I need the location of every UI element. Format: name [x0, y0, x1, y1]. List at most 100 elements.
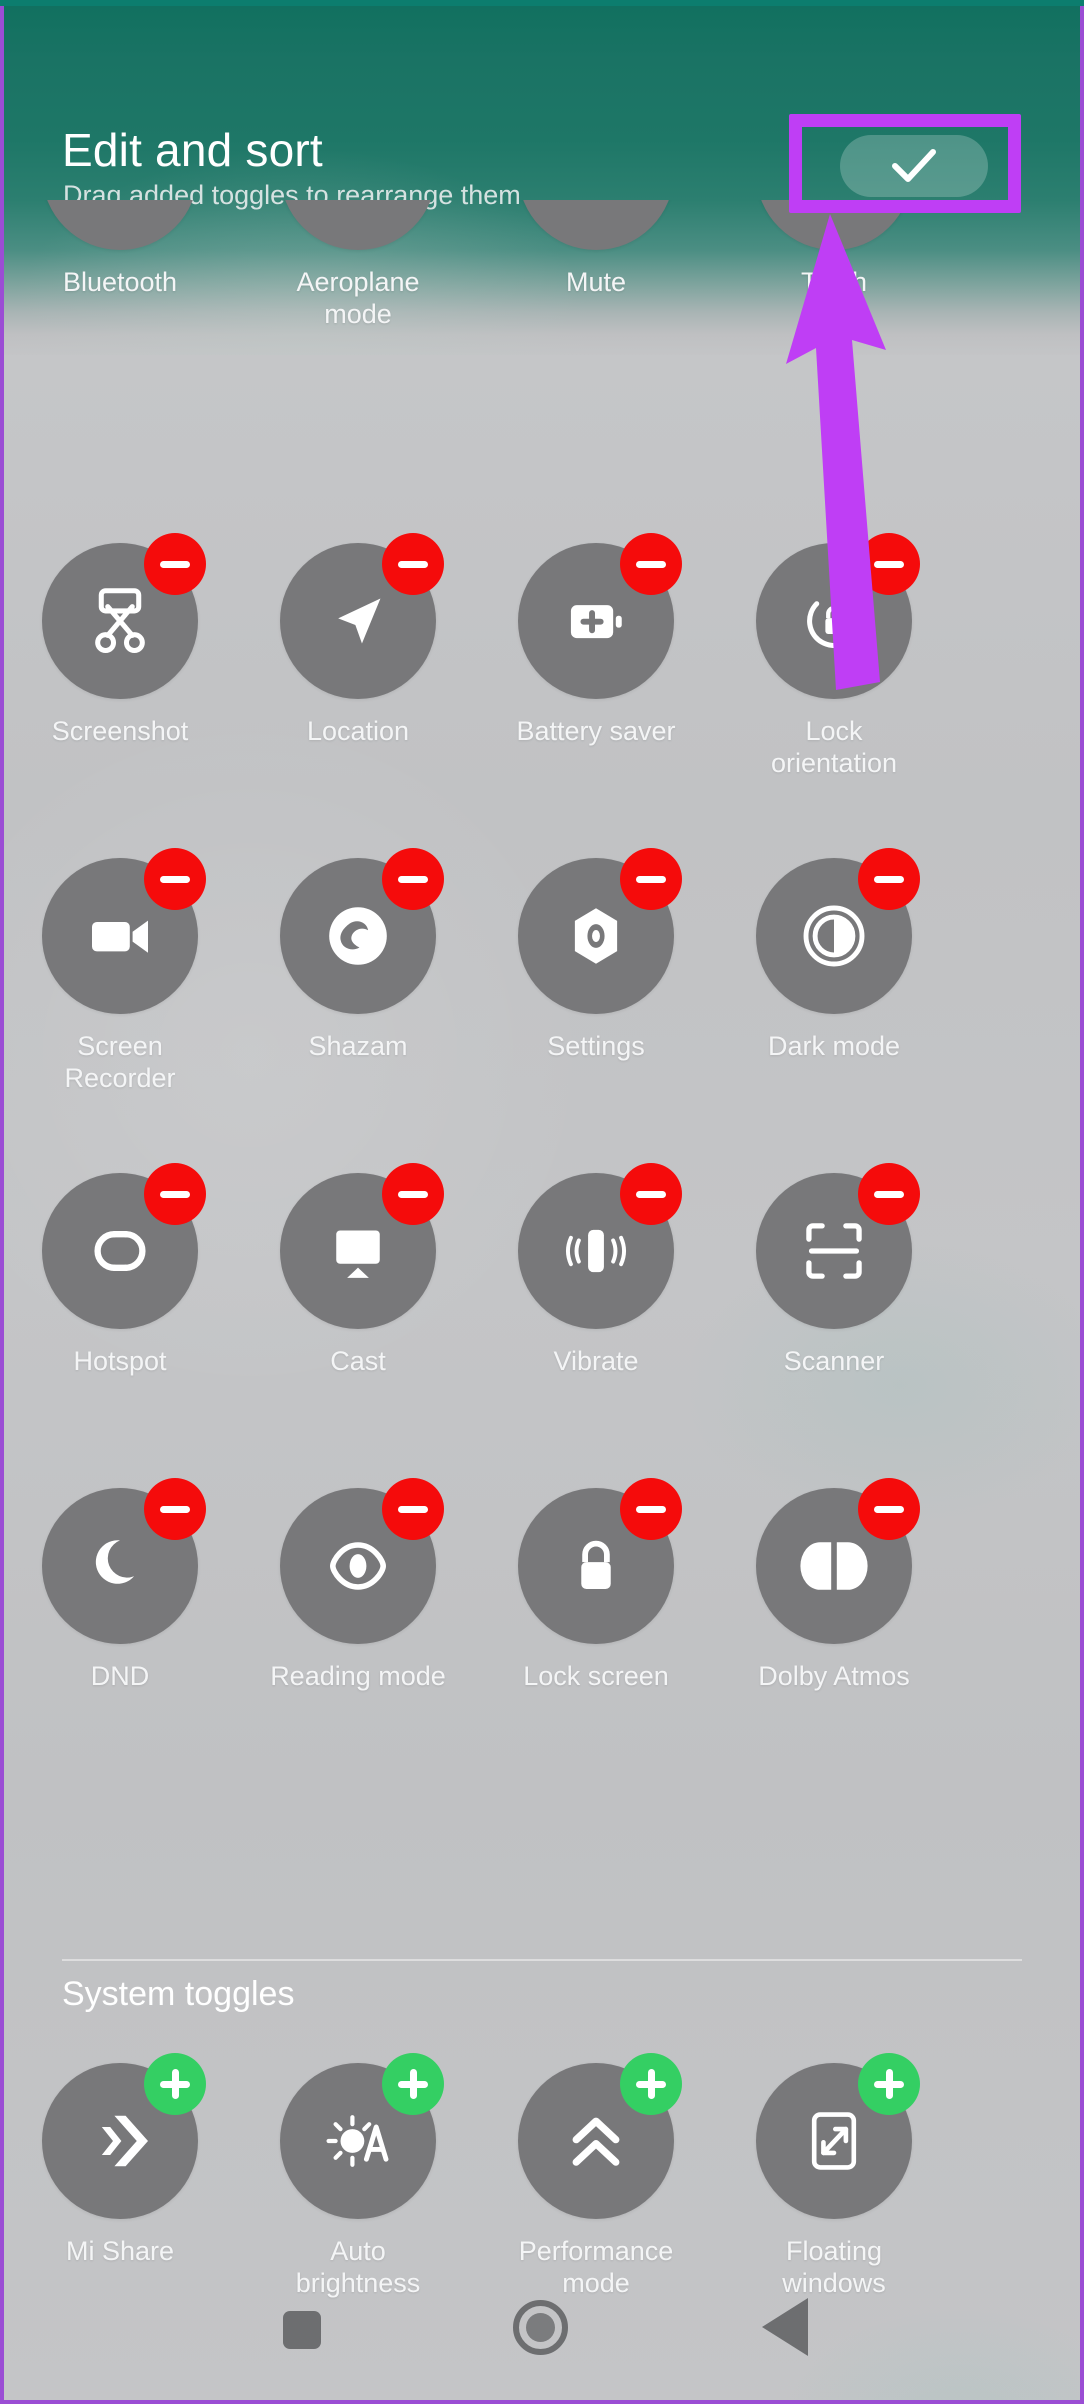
- toggle-icon-circle[interactable]: [518, 848, 682, 1014]
- toggle-item[interactable]: Location: [238, 533, 478, 747]
- toggle-icon-circle[interactable]: [280, 1478, 444, 1644]
- toggle-item[interactable]: DND: [0, 1478, 240, 1692]
- toggle-item[interactable]: Aeroplane mode: [238, 200, 478, 330]
- page-title: Edit and sort: [62, 124, 323, 176]
- toggle-label: Performance mode: [518, 2236, 674, 2298]
- remove-toggle-badge[interactable]: [620, 1478, 682, 1540]
- remove-toggle-badge[interactable]: [144, 1163, 206, 1225]
- toggle-label: Mi Share: [65, 2236, 175, 2266]
- moon-icon: [88, 1534, 152, 1598]
- status-bar-strip: [0, 0, 1084, 6]
- toggle-item[interactable]: Hotspot: [0, 1163, 240, 1377]
- padlock-icon: [564, 1534, 628, 1598]
- toggle-icon-circle[interactable]: [280, 533, 444, 699]
- square-icon[interactable]: [283, 2311, 321, 2349]
- toggle-item[interactable]: Lock screen: [476, 1478, 716, 1692]
- toggle-label: Dolby Atmos: [758, 1661, 910, 1691]
- toggle-icon-circle[interactable]: [280, 1163, 444, 1329]
- toggle-item[interactable]: Screen Recorder: [0, 848, 240, 1094]
- toggle-label: Shazam: [308, 1031, 408, 1061]
- vibrate-icon: [563, 1218, 629, 1284]
- toggle-icon-circle[interactable]: [756, 1478, 920, 1644]
- badge-horizontal-bar: [874, 1190, 904, 1198]
- remove-toggle-badge[interactable]: [144, 848, 206, 910]
- toggle-icon-circle[interactable]: [518, 1163, 682, 1329]
- toggle-icon-circle[interactable]: [518, 1478, 682, 1644]
- battery-plus-icon: [563, 588, 629, 654]
- toggle-label: Vibrate: [553, 1346, 639, 1376]
- toggle-item[interactable]: Cast: [238, 1163, 478, 1377]
- toggle-label: Lock orientation: [770, 716, 898, 778]
- toggle-item[interactable]: Shazam: [238, 848, 478, 1062]
- toggle-label: Aeroplane mode: [296, 267, 420, 329]
- toggle-item[interactable]: Auto brightness: [238, 2053, 478, 2299]
- scissors-icon: [84, 585, 156, 657]
- toggle-icon-circle[interactable]: [280, 848, 444, 1014]
- remove-toggle-badge[interactable]: [858, 848, 920, 910]
- remove-toggle-badge[interactable]: [382, 1478, 444, 1540]
- toggle-item[interactable]: Mi Share: [0, 2053, 240, 2267]
- add-toggle-badge[interactable]: [144, 2053, 206, 2115]
- system-toggles-heading: System toggles: [62, 1975, 295, 2013]
- toggle-icon-circle[interactable]: [42, 200, 198, 250]
- remove-toggle-badge[interactable]: [382, 848, 444, 910]
- toggle-label: Hotspot: [73, 1346, 167, 1376]
- badge-horizontal-bar: [398, 1190, 428, 1198]
- mute-icon: [565, 200, 627, 203]
- remove-toggle-badge[interactable]: [620, 848, 682, 910]
- remove-toggle-badge[interactable]: [382, 1163, 444, 1225]
- triangle-back-icon[interactable]: [762, 2298, 808, 2356]
- toggle-label: Auto brightness: [295, 2236, 421, 2298]
- dolby-icon: [799, 1531, 869, 1601]
- toggle-icon-circle[interactable]: [42, 1163, 206, 1329]
- toggle-icon-circle[interactable]: [280, 200, 436, 250]
- toggle-icon-circle[interactable]: [42, 848, 206, 1014]
- navigation-arrow-icon: [325, 588, 391, 654]
- toggle-item[interactable]: Performance mode: [476, 2053, 716, 2299]
- remove-toggle-badge[interactable]: [620, 1163, 682, 1225]
- phone-screenshot: Edit and sort Drag added toggles to rear…: [0, 0, 1084, 2404]
- badge-horizontal-bar: [636, 1505, 666, 1513]
- badge-horizontal-bar: [874, 1505, 904, 1513]
- badge-horizontal-bar: [160, 560, 190, 568]
- remove-toggle-badge[interactable]: [144, 533, 206, 595]
- toggle-icon-circle[interactable]: [756, 848, 920, 1014]
- toggle-label: Lock screen: [523, 1661, 669, 1691]
- bluetooth-icon: [89, 200, 151, 203]
- badge-horizontal-bar: [160, 1505, 190, 1513]
- badge-horizontal-bar: [636, 875, 666, 883]
- add-toggle-badge[interactable]: [858, 2053, 920, 2115]
- toggle-item[interactable]: Dolby Atmos: [714, 1478, 954, 1692]
- toggle-item[interactable]: Dark mode: [714, 848, 954, 1062]
- add-toggle-badge[interactable]: [620, 2053, 682, 2115]
- remove-toggle-badge[interactable]: [858, 1478, 920, 1540]
- toggle-icon-circle[interactable]: [42, 1478, 206, 1644]
- toggle-item[interactable]: Settings: [476, 848, 716, 1062]
- badge-horizontal-bar: [874, 875, 904, 883]
- toggle-item[interactable]: Vibrate: [476, 1163, 716, 1377]
- badge-horizontal-bar: [398, 1505, 428, 1513]
- badge-vertical-bar: [647, 2069, 655, 2099]
- auto-brightness-icon: [323, 2106, 393, 2176]
- circle-icon[interactable]: [513, 2300, 568, 2355]
- toggle-icon-circle[interactable]: [42, 2053, 206, 2219]
- toggle-item[interactable]: Screenshot: [0, 533, 240, 747]
- airplane-icon: [328, 200, 388, 202]
- shazam-icon: [322, 900, 394, 972]
- toggle-item[interactable]: Floating windows: [714, 2053, 954, 2299]
- toggle-icon-circle[interactable]: [280, 2053, 444, 2219]
- toggle-item[interactable]: Bluetooth: [0, 200, 240, 298]
- add-toggle-badge[interactable]: [382, 2053, 444, 2115]
- toggle-item[interactable]: Scanner: [714, 1163, 954, 1377]
- remove-toggle-badge[interactable]: [382, 533, 444, 595]
- remove-toggle-badge[interactable]: [144, 1478, 206, 1540]
- double-chevron-up-icon: [563, 2108, 629, 2174]
- toggle-icon-circle[interactable]: [518, 2053, 682, 2219]
- remove-toggle-badge[interactable]: [858, 1163, 920, 1225]
- toggle-label: Floating windows: [782, 2236, 886, 2298]
- toggle-icon-circle[interactable]: [42, 533, 206, 699]
- toggle-icon-circle[interactable]: [756, 2053, 920, 2219]
- toggle-item[interactable]: Reading mode: [238, 1478, 478, 1692]
- badge-vertical-bar: [409, 2069, 417, 2099]
- toggle-icon-circle[interactable]: [756, 1163, 920, 1329]
